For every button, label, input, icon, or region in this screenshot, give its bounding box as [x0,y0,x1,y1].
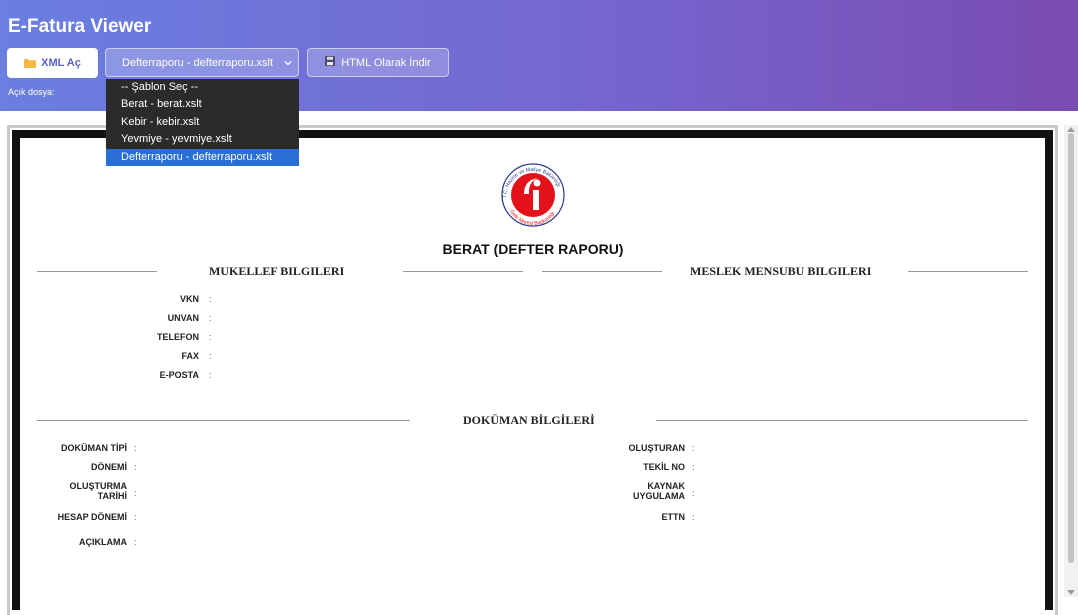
field-colon: : [692,443,695,453]
field-label-kaynak-uygulama: KAYNAK UYGULAMA [633,481,685,501]
scroll-up-arrow-icon[interactable] [1067,127,1075,132]
field-colon: : [209,313,212,323]
download-html-button[interactable]: HTML Olarak İndir [307,48,449,77]
section-divider [542,271,662,272]
field-colon: : [209,351,212,361]
dropdown-option-kebir[interactable]: Kebir - kebir.xslt [106,114,299,131]
section-title-mukellef: MUKELLEF BILGILERI [209,264,345,278]
field-colon: : [692,462,695,472]
gib-logo: T.C. Hazine ve Maliye Bakanlığı Gelir İd… [488,158,578,230]
field-label-dokuman-tipi: DOKÜMAN TİPİ [61,443,127,453]
scroll-thumb[interactable] [1068,133,1074,563]
field-colon: : [209,332,212,342]
field-label-telefon: TELEFON [157,332,199,342]
section-divider [37,271,157,272]
field-label-unvan: UNVAN [167,313,199,323]
field-colon: : [134,512,137,522]
field-label-vkn: VKN [179,294,199,304]
section-title-dokuman: DOKÜMAN BİLGİLERİ [463,413,595,427]
open-xml-button[interactable]: XML Aç [7,48,98,78]
section-divider [37,420,410,421]
open-file-label: Açık dosya: [8,87,55,97]
dropdown-option-placeholder[interactable]: -- Şablon Seç -- [106,79,299,96]
dropdown-option-berat[interactable]: Berat - berat.xslt [106,96,299,113]
section-divider [908,271,1028,272]
download-html-label: HTML Olarak İndir [341,56,431,69]
save-icon [325,56,336,69]
section-divider [403,271,523,272]
field-label-olusturma-tarihi: OLUŞTURMA TARİHİ [69,481,128,501]
viewer-scrollbar[interactable] [1064,125,1078,597]
dropdown-option-yevmiye[interactable]: Yevmiye - yevmiye.xslt [106,131,299,148]
template-dropdown-list: -- Şablon Seç -- Berat - berat.xslt Kebi… [106,79,299,166]
app-title: E-Fatura Viewer [8,16,152,37]
field-label-hesap-donemi: HESAP DÖNEMİ [57,512,127,522]
folder-icon [24,58,37,68]
dropdown-option-defterraporu[interactable]: Defterraporu - defterraporu.xslt [106,148,299,166]
field-colon: : [134,462,137,472]
field-label-ettn: ETTN [661,512,686,522]
field-label-donemi: DÖNEMİ [91,462,127,472]
field-label-olusturan: OLUŞTURAN [628,443,686,453]
section-title-meslek: MESLEK MENSUBU BILGILERI [690,264,872,278]
document-title: BERAT (DEFTER RAPORU) [442,241,624,257]
field-colon: : [134,488,137,498]
scroll-down-arrow-icon[interactable] [1067,590,1075,595]
field-label-eposta: E-POSTA [159,370,199,380]
field-label-aciklama: AÇIKLAMA [79,537,127,547]
field-label-tekil-no: TEKİL NO [643,462,685,472]
field-colon: : [692,512,695,522]
field-label-fax: FAX [181,351,199,361]
field-colon: : [134,537,137,547]
field-colon: : [692,488,695,498]
template-select[interactable]: Defterraporu - defterraporu.xslt [105,48,299,77]
open-xml-label: XML Aç [41,57,81,69]
field-colon: : [134,443,137,453]
section-divider [656,420,1028,421]
template-select-value: Defterraporu - defterraporu.xslt [122,56,274,69]
field-colon: : [209,294,212,304]
chevron-down-icon [284,58,292,70]
field-colon: : [209,370,212,380]
